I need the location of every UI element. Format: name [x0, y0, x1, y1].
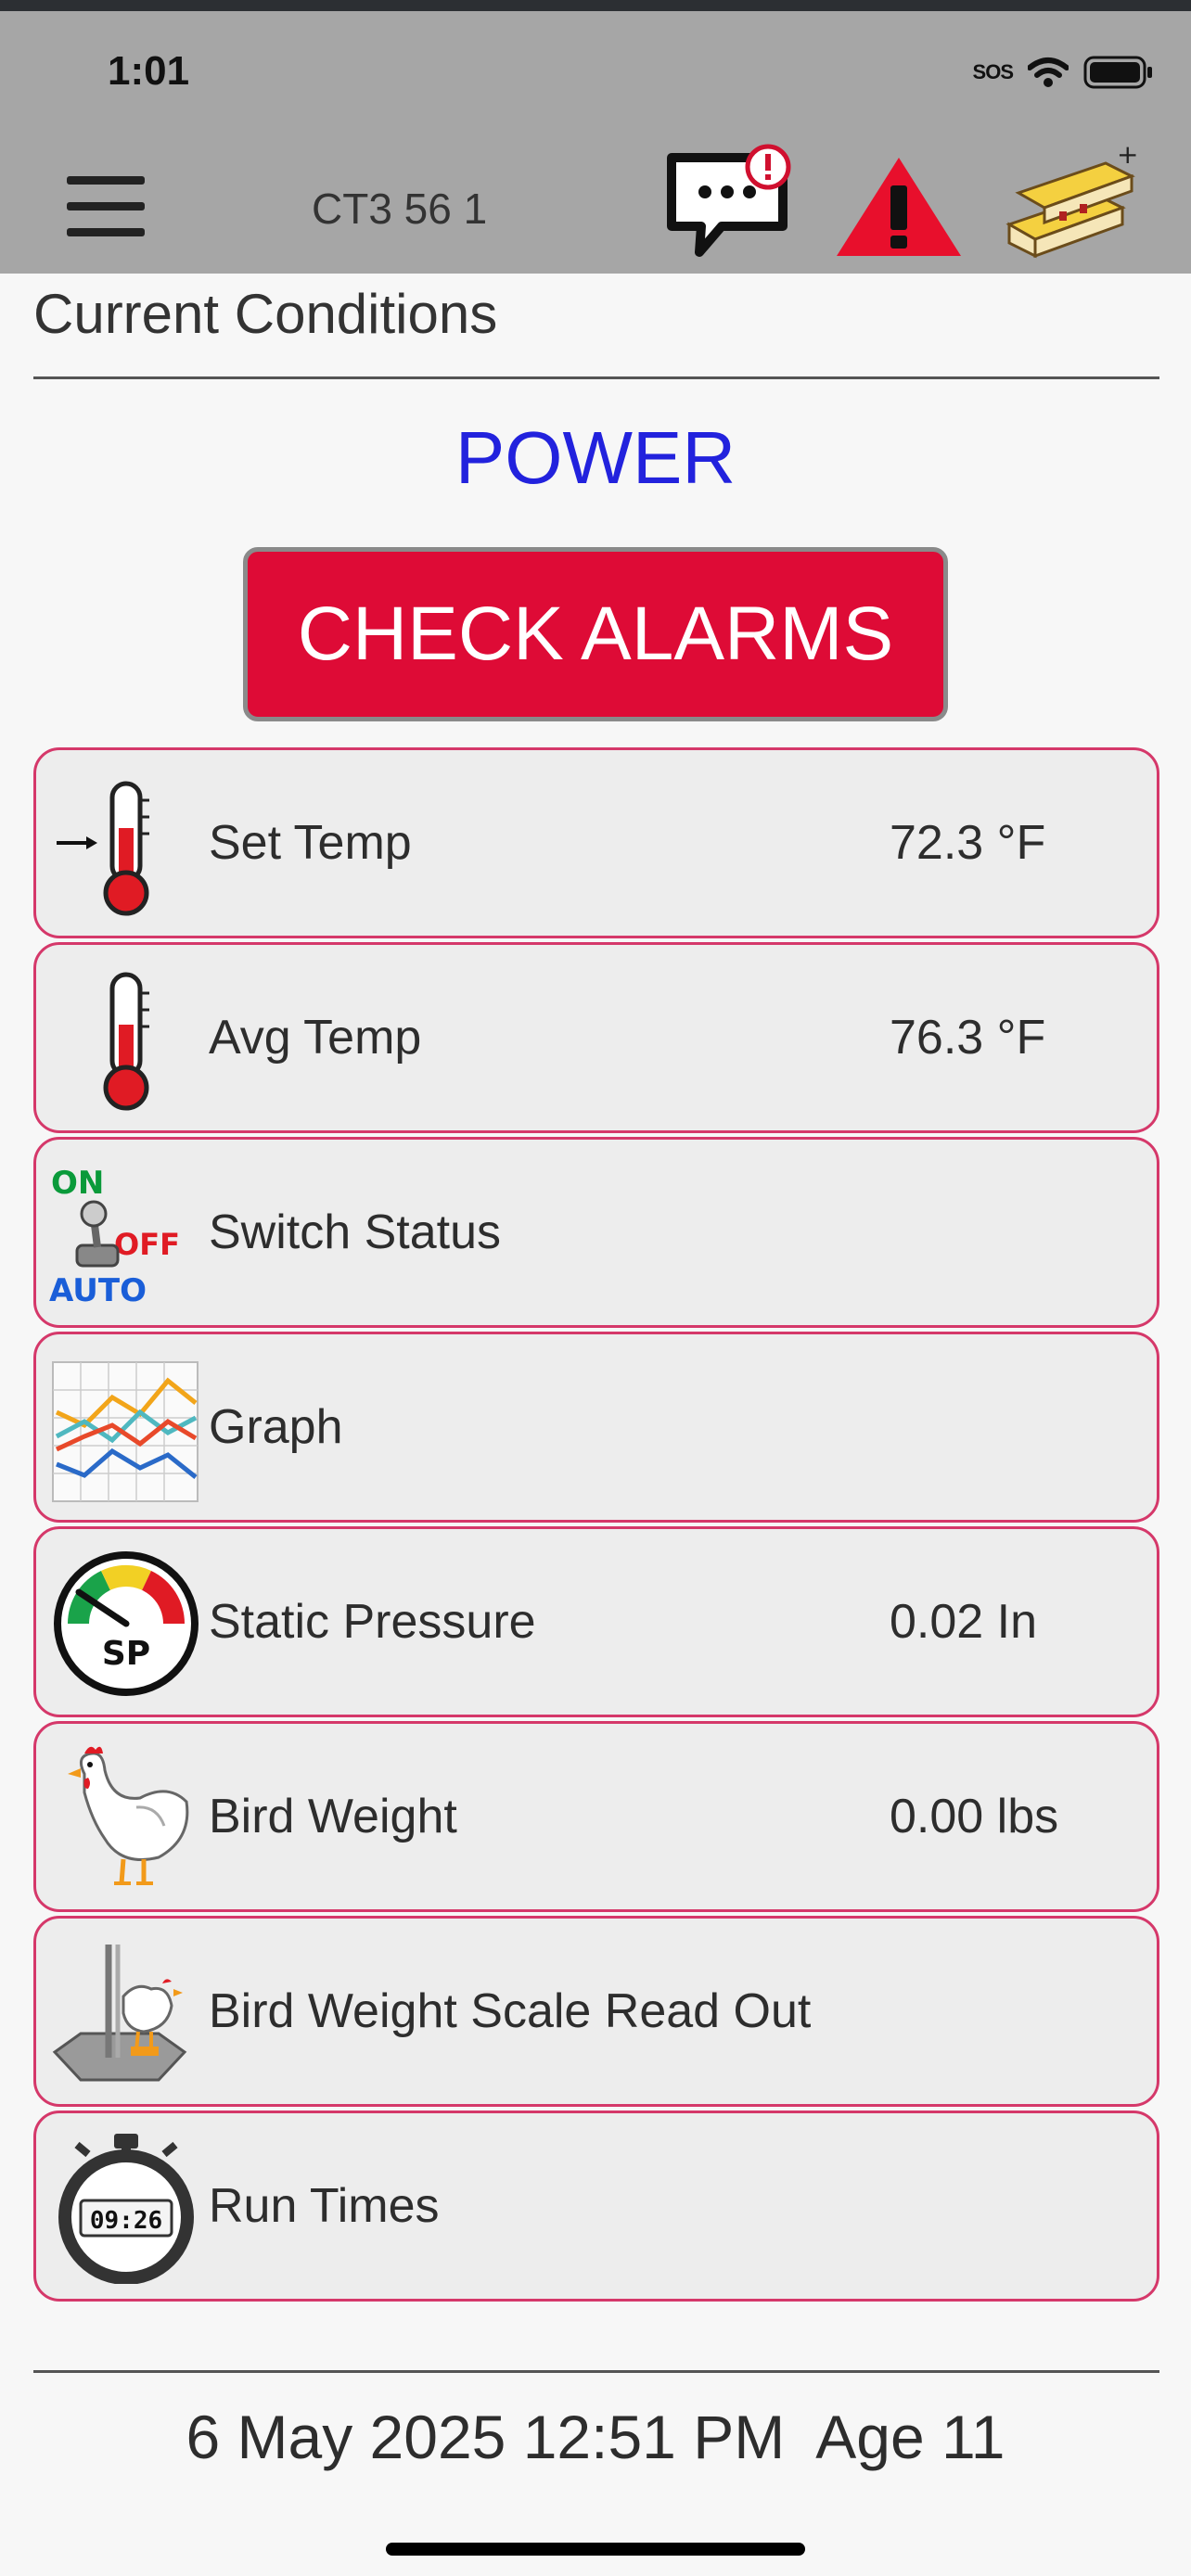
top-edge [0, 0, 1191, 11]
thermometer-set-icon [57, 781, 149, 916]
menu-button[interactable] [67, 176, 145, 237]
list-item-static-pressure[interactable]: SP Static Pressure 0.02 In [33, 1526, 1159, 1717]
device-name[interactable]: CT3 56 1 [312, 184, 487, 234]
status-time: 1:01 [108, 48, 190, 94]
item-label: Bird Weight Scale Read Out [209, 1984, 812, 2038]
chicken-icon [68, 1746, 189, 1885]
list-item-set-temp[interactable]: Set Temp 72.3 °F [33, 747, 1159, 938]
pressure-gauge-icon: SP [54, 1551, 198, 1696]
item-label: Avg Temp [209, 1011, 422, 1065]
menu-line [67, 228, 145, 236]
hamburger-menu-icon [67, 176, 145, 185]
switch-auto-text: AUTO [49, 1272, 147, 1309]
item-label: Switch Status [209, 1205, 502, 1259]
item-value: 76.3 °F [890, 1011, 1046, 1065]
gauge-badge-text: SP [102, 1635, 150, 1673]
thermometer-icon [103, 972, 149, 1111]
list-item-graph[interactable]: Graph [33, 1332, 1159, 1523]
item-value: 72.3 °F [890, 816, 1046, 870]
battery-icon [1083, 56, 1152, 89]
title-divider [33, 376, 1159, 379]
item-value: 0.02 In [890, 1595, 1038, 1649]
menu-line [67, 202, 145, 210]
add-house-icon[interactable]: + [1004, 141, 1143, 271]
list-item-bird-weight-scale[interactable]: Bird Weight Scale Read Out [33, 1916, 1159, 2107]
power-status: POWER [455, 416, 736, 499]
check-alarms-button[interactable]: CHECK ALARMS [243, 547, 948, 721]
list-item-switch-status[interactable]: ON OFF AUTO Switch Status [33, 1137, 1159, 1328]
item-label: Bird Weight [209, 1790, 457, 1843]
item-label: Static Pressure [209, 1595, 536, 1649]
stopwatch-icon: 09:26 [58, 2134, 194, 2284]
warning-triangle-icon[interactable] [833, 152, 965, 261]
graph-icon [52, 1361, 198, 1502]
switch-off-text: OFF [114, 1227, 180, 1262]
footer-datetime: 6 May 2025 12:51 PM Age 11 [186, 2403, 1005, 2471]
list-item-run-times[interactable]: 09:26 Run Times [33, 2111, 1159, 2302]
message-alert-icon[interactable] [660, 141, 800, 271]
stopwatch-clock-text: 09:26 [90, 2207, 162, 2235]
footer-divider [33, 2370, 1159, 2373]
item-label: Graph [209, 1400, 343, 1454]
list-item-avg-temp[interactable]: Avg Temp 76.3 °F [33, 942, 1159, 1133]
wifi-icon [1028, 57, 1069, 87]
switch-icon: ON OFF AUTO [49, 1165, 180, 1309]
item-label: Set Temp [209, 816, 412, 870]
status-icons: SOS [973, 56, 1154, 89]
sos-indicator: SOS [972, 60, 1014, 83]
list-item-bird-weight[interactable]: Bird Weight 0.00 lbs [33, 1721, 1159, 1912]
item-value: 0.00 lbs [890, 1790, 1059, 1843]
page-title: Current Conditions [33, 283, 498, 345]
scale-chicken-icon [52, 1945, 187, 2082]
home-indicator[interactable] [386, 2543, 805, 2556]
switch-on-text: ON [51, 1165, 104, 1202]
item-label: Run Times [209, 2179, 440, 2233]
svg-text:+: + [1117, 141, 1138, 170]
